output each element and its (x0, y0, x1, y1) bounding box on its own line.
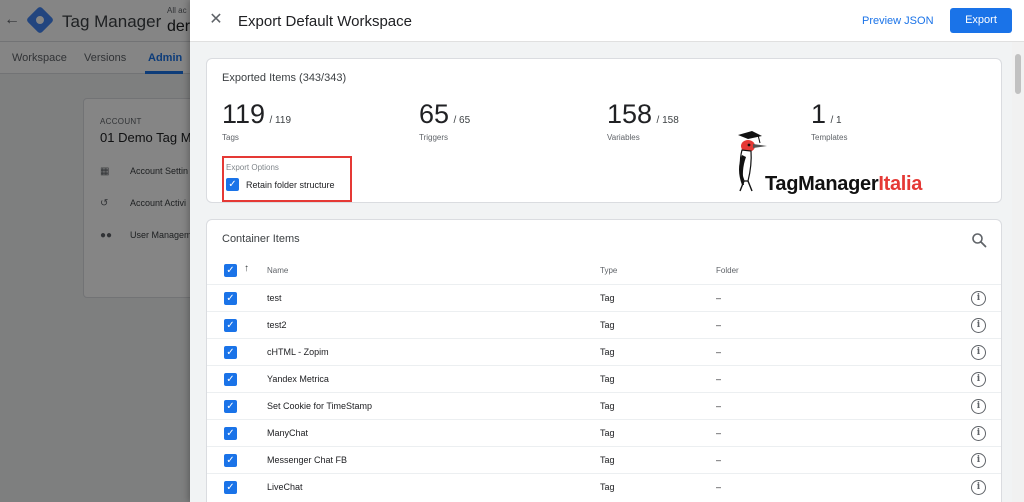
info-icon[interactable]: i (971, 318, 986, 333)
row-checkbox[interactable]: ✓ (224, 346, 237, 359)
select-all-checkbox[interactable]: ✓ (224, 264, 237, 277)
row-folder: – (716, 482, 722, 492)
column-header-name[interactable]: Name (267, 266, 288, 275)
info-icon[interactable]: i (971, 291, 986, 306)
row-folder: – (716, 347, 722, 357)
table-row: ✓ Yandex Metrica Tag – i (207, 365, 1001, 392)
stat-tags: 119 / 119 Tags (222, 99, 291, 142)
stat-templates: 1 / 1 Templates (811, 99, 848, 142)
retain-folder-checkbox[interactable]: ✓ (226, 178, 239, 191)
row-checkbox[interactable]: ✓ (224, 373, 237, 386)
table-row: ✓ cHTML - Zopim Tag – i (207, 338, 1001, 365)
retain-folder-option[interactable]: ✓ Retain folder structure (226, 178, 335, 191)
table-row: ✓ test2 Tag – i (207, 311, 1001, 338)
row-type: Tag (600, 428, 615, 438)
arrow-up-icon[interactable]: ↑ (244, 263, 249, 274)
row-type: Tag (600, 401, 615, 411)
row-name: Set Cookie for TimeStamp (267, 401, 373, 411)
row-name: Yandex Metrica (267, 374, 329, 384)
logo-wordmark: TagManagerItalia (765, 173, 923, 195)
table-row: ✓ test Tag – i (207, 284, 1001, 311)
panel-scrollbar[interactable] (1012, 42, 1024, 502)
info-icon[interactable]: i (971, 372, 986, 387)
row-folder: – (716, 374, 722, 384)
row-name: ManyChat (267, 428, 309, 438)
row-checkbox[interactable]: ✓ (224, 319, 237, 332)
preview-json-button[interactable]: Preview JSON (862, 10, 934, 32)
retain-folder-label: Retain folder structure (246, 179, 335, 190)
info-icon[interactable]: i (971, 453, 986, 468)
row-name: LiveChat (267, 482, 303, 492)
export-options-highlight: Export Options ✓ Retain folder structure (222, 156, 352, 202)
row-type: Tag (600, 320, 615, 330)
column-header-type: Type (600, 266, 618, 275)
export-panel: ✕ Export Default Workspace Preview JSON … (190, 0, 1024, 502)
export-options-label: Export Options (226, 163, 279, 172)
row-checkbox[interactable]: ✓ (224, 454, 237, 467)
row-name: Messenger Chat FB (267, 455, 348, 465)
info-icon[interactable]: i (971, 426, 986, 441)
row-type: Tag (600, 347, 615, 357)
container-items-card: Container Items ✓ ↑ Name Type Folder ✓ t… (206, 219, 1002, 502)
table-row: ✓ Set Cookie for TimeStamp Tag – i (207, 392, 1001, 419)
column-header-folder: Folder (716, 266, 739, 275)
row-folder: – (716, 428, 722, 438)
row-name: test (267, 293, 282, 303)
search-icon[interactable] (971, 232, 987, 248)
stat-variables: 158 / 158 Variables (607, 99, 679, 142)
info-icon[interactable]: i (971, 345, 986, 360)
table-row: ✓ ManyChat Tag – i (207, 419, 1001, 446)
exported-items-title: Exported Items (343/343) (222, 72, 347, 84)
row-folder: – (716, 320, 722, 330)
table-row: ✓ LiveChat Tag – i (207, 473, 1001, 500)
panel-title: Export Default Workspace (238, 13, 412, 30)
row-checkbox[interactable]: ✓ (224, 481, 237, 494)
row-folder: – (716, 455, 722, 465)
row-folder: – (716, 401, 722, 411)
row-name: test2 (267, 320, 287, 330)
panel-header: ✕ Export Default Workspace Preview JSON … (190, 0, 1024, 42)
info-icon[interactable]: i (971, 480, 986, 495)
row-type: Tag (600, 482, 615, 492)
row-name: cHTML - Zopim (267, 347, 329, 357)
row-type: Tag (600, 455, 615, 465)
export-button[interactable]: Export (950, 8, 1012, 33)
table-row: ✓ Messenger Chat FB Tag – i (207, 446, 1001, 473)
scrollbar-thumb[interactable] (1015, 54, 1021, 94)
row-type: Tag (600, 374, 615, 384)
row-checkbox[interactable]: ✓ (224, 292, 237, 305)
close-icon[interactable]: ✕ (206, 10, 226, 30)
row-folder: – (716, 293, 722, 303)
stat-triggers: 65 / 65 Triggers (419, 99, 471, 142)
exported-items-card: Exported Items (343/343) 119 / 119 Tags … (206, 58, 1002, 203)
woodpecker-icon (738, 131, 767, 192)
container-items-title: Container Items (222, 233, 300, 245)
row-checkbox[interactable]: ✓ (224, 400, 237, 413)
tag-manager-italia-logo: TagManagerItalia (738, 131, 958, 197)
row-type: Tag (600, 293, 615, 303)
row-checkbox[interactable]: ✓ (224, 427, 237, 440)
info-icon[interactable]: i (971, 399, 986, 414)
